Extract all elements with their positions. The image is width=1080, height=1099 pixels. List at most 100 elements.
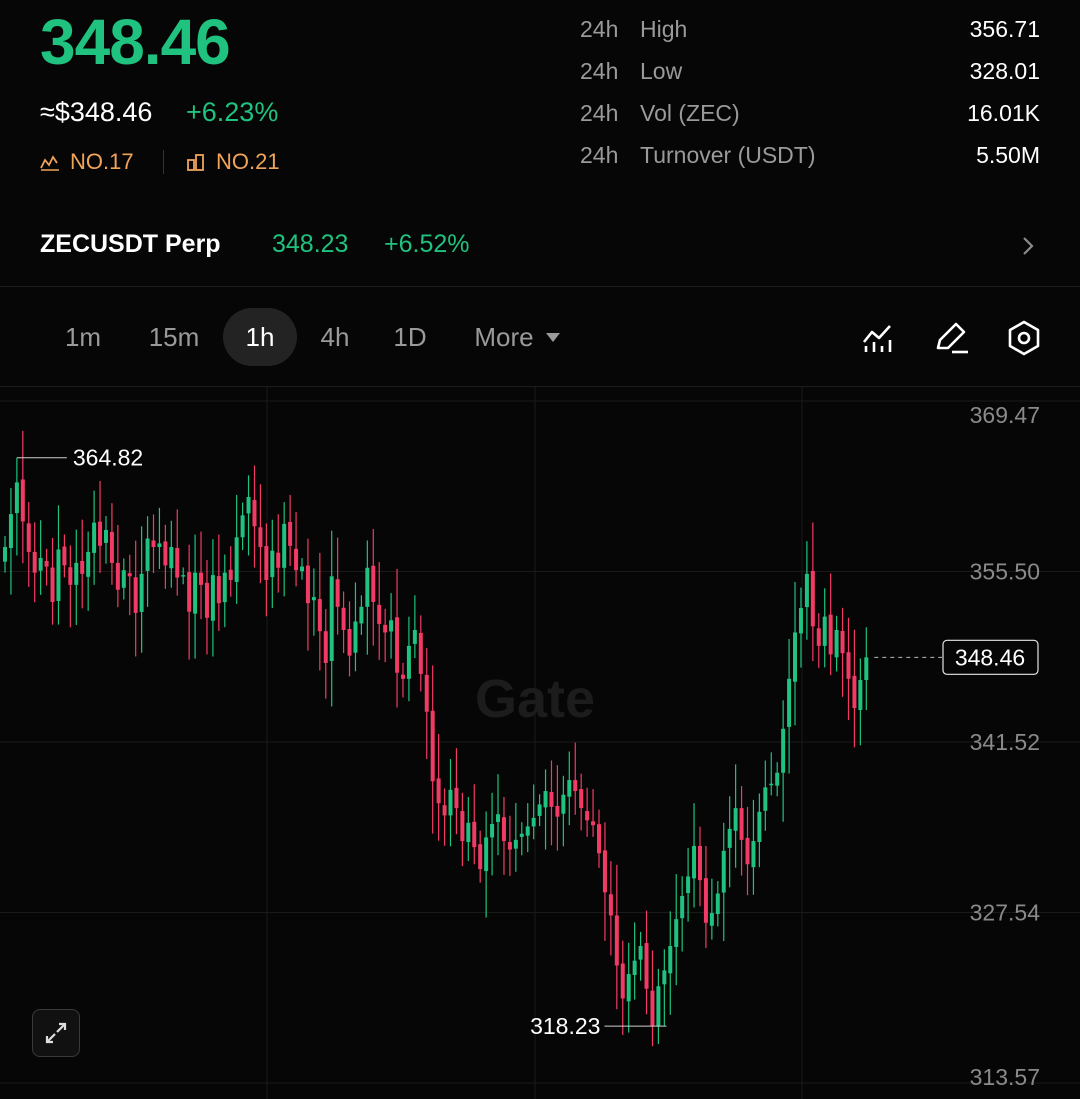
stat-value: 5.50M [976, 142, 1040, 168]
candle-body [608, 894, 613, 916]
high-marker-label: 364.82 [73, 445, 143, 471]
candle-body [288, 521, 293, 546]
candle-body [32, 551, 37, 573]
candle-body [240, 515, 245, 538]
stat-period: 24h [580, 16, 619, 42]
candle-body [775, 772, 780, 786]
candle-body [371, 565, 376, 602]
stat-label: Low [640, 58, 683, 84]
candle-body [199, 572, 204, 585]
perp-link-row[interactable]: ZECUSDT Perp 348.23 +6.52% [0, 218, 1080, 274]
candle-body [133, 577, 138, 613]
volume-rank[interactable]: NO.21 [186, 148, 280, 176]
candle-body [650, 990, 655, 1027]
candle-body [602, 850, 607, 893]
draw-icon[interactable] [932, 318, 972, 358]
candle-body [8, 514, 13, 549]
more-dropdown[interactable]: More [462, 308, 572, 366]
candle-body [537, 804, 542, 816]
candle-body [697, 845, 702, 881]
candle-body [686, 876, 691, 894]
tab-4h[interactable]: 4h [300, 308, 370, 366]
tab-15m[interactable]: 15m [134, 308, 214, 366]
candle-body [721, 850, 726, 893]
candle-body [781, 728, 786, 773]
expand-button[interactable] [32, 1009, 80, 1057]
candle-body [62, 546, 67, 566]
candle-body [20, 479, 25, 522]
stat-value: 328.01 [969, 58, 1040, 84]
candle-body [395, 617, 400, 673]
candle-body [828, 614, 833, 655]
settings-icon[interactable] [1004, 318, 1044, 358]
candle-body [317, 599, 322, 632]
candle-body [264, 546, 269, 580]
candle-body [377, 604, 382, 624]
candle-body [193, 572, 198, 614]
stat-turnover: 24h Turnover (USDT) 5.50M [580, 140, 1040, 170]
market-rank[interactable]: NO.17 [40, 148, 134, 176]
volume-rank-label: NO.21 [216, 149, 280, 174]
candle-body [270, 550, 275, 578]
bar-chart-icon [187, 154, 204, 171]
candle-body [834, 630, 839, 658]
candle-body [798, 608, 803, 634]
candle-body [234, 537, 239, 582]
candle-body [294, 548, 299, 571]
candle-body [210, 575, 215, 621]
candle-body [347, 629, 352, 656]
tab-1h[interactable]: 1h [223, 308, 297, 366]
candle-body [44, 560, 49, 567]
candle-body [597, 824, 601, 854]
candle-body [555, 805, 560, 817]
rank-divider [163, 150, 164, 174]
trend-icon [40, 155, 59, 171]
candle-body [519, 833, 524, 837]
candle-body [490, 823, 495, 838]
candle-body [769, 783, 774, 786]
candle-body [38, 558, 43, 571]
candlestick-chart[interactable]: Gate 369.47 355.50 341.52 327.54 313.57 364.… [0, 387, 1080, 1099]
usd-price: ≈$348.46 [40, 97, 153, 127]
stat-period: 24h [580, 100, 619, 126]
candle-body [329, 576, 334, 661]
stat-period: 24h [580, 142, 619, 168]
tab-1d[interactable]: 1D [375, 308, 445, 366]
y-tick-label: 327.54 [970, 900, 1041, 926]
candle-body [442, 805, 447, 816]
last-price: 348.46 [40, 6, 231, 78]
candle-body [50, 567, 55, 602]
candle-body [430, 710, 435, 782]
stat-value: 356.71 [969, 16, 1040, 42]
candle-body [335, 579, 340, 607]
candle-body [507, 842, 512, 850]
candle-body [579, 789, 584, 809]
candle-body [751, 841, 756, 868]
y-tick-label: 369.47 [970, 402, 1040, 428]
chart-grid [0, 387, 1080, 1099]
stat-label: High [640, 16, 688, 42]
candle-body [715, 893, 720, 915]
candle-body [145, 538, 150, 571]
candle-body [501, 817, 506, 842]
candle-body [305, 565, 310, 604]
candle-body [228, 569, 233, 580]
indicator-icon[interactable] [858, 318, 898, 358]
candle-body [846, 652, 851, 679]
stat-label: Vol (ZEC) [640, 100, 740, 126]
candle-body [222, 572, 227, 603]
perp-name: ZECUSDT Perp [40, 230, 221, 258]
candle-body [632, 960, 637, 976]
candle-body [204, 582, 209, 618]
candle-body [406, 645, 411, 679]
candle-body [864, 657, 869, 681]
candle-body [591, 821, 596, 826]
candle-body [525, 826, 530, 836]
candle-body [436, 778, 441, 804]
candle-body [840, 630, 845, 654]
candle-body [448, 789, 453, 816]
tab-1m[interactable]: 1m [48, 308, 118, 366]
market-rank-label: NO.17 [70, 149, 134, 174]
stat-label: Turnover (USDT) [640, 142, 816, 168]
candle-body [383, 624, 388, 633]
